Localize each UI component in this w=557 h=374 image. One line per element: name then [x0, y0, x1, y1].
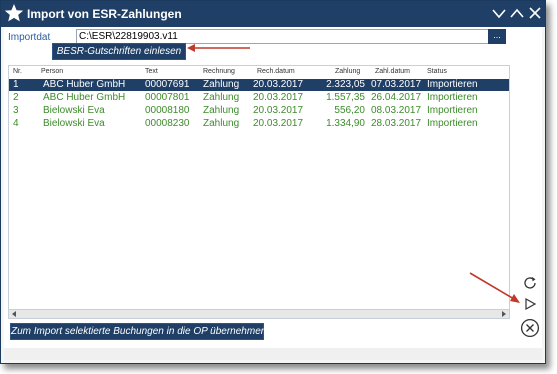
header-person[interactable]: Person [41, 68, 63, 75]
import-dialog: Import von ESR-Zahlungen Importdat C:\ES… [0, 0, 546, 364]
cell-payment: 1.334,90 [326, 118, 365, 129]
cell-text: 00008230 [145, 118, 190, 129]
cell-invoice-date: 20.03.2017 [253, 92, 304, 103]
cell-payment: 1.557,35 [326, 92, 365, 103]
cancel-icon[interactable] [520, 318, 540, 338]
cell-payment-date: 28.03.2017 [371, 118, 422, 129]
header-payment[interactable]: Zahlung [335, 68, 360, 75]
scroll-left-icon[interactable] [10, 310, 18, 318]
header-nr[interactable]: Nr. [13, 68, 22, 75]
cell-text: 00007801 [145, 92, 190, 103]
header-invoice-date[interactable]: Rech.datum [257, 68, 295, 75]
close-icon[interactable] [527, 6, 543, 20]
cell-payment-date: 26.04.2017 [371, 92, 422, 103]
cell-status: Importieren [427, 118, 478, 129]
import-file-label: Importdat [8, 32, 51, 43]
play-icon[interactable] [523, 297, 537, 311]
cell-invoice: Zahlung [203, 118, 240, 129]
header-payment-date[interactable]: Zahl.datum [375, 68, 410, 75]
cell-text: 00007691 [145, 79, 190, 90]
cell-payment: 2.323,05 [326, 79, 365, 90]
window-title: Import von ESR-Zahlungen [27, 7, 182, 21]
cell-nr: 2 [13, 92, 19, 103]
horizontal-scrollbar[interactable] [9, 309, 509, 318]
cell-payment-date: 07.03.2017 [371, 79, 422, 90]
browse-button[interactable]: ... [488, 29, 506, 44]
annotation-arrow-play [469, 272, 520, 303]
import-path-field[interactable]: C:\ESR\22819903.v11 [76, 29, 490, 44]
chevron-down-icon[interactable] [491, 6, 507, 20]
table-row[interactable]: 3 Bielowski Eva 00008180 Zahlung 20.03.2… [9, 105, 509, 117]
refresh-icon[interactable] [522, 275, 538, 291]
payments-table: Nr. Person Text Rechnung Rech.datum Zahl… [8, 65, 510, 319]
status-bar [4, 348, 542, 360]
cell-invoice: Zahlung [203, 105, 240, 116]
star-icon [4, 4, 24, 22]
cell-person: Bielowski Eva [43, 105, 105, 116]
scroll-right-icon[interactable] [500, 310, 508, 318]
read-esr-credits-button[interactable]: BESR-Gutschriften einlesen [52, 43, 186, 60]
cell-status: Importieren [427, 92, 478, 103]
cell-nr: 4 [13, 118, 19, 129]
header-status[interactable]: Status [427, 68, 447, 75]
table-header: Nr. Person Text Rechnung Rech.datum Zahl… [9, 66, 509, 78]
title-bar: Import von ESR-Zahlungen [1, 1, 545, 27]
table-row[interactable]: 4 Bielowski Eva 00008230 Zahlung 20.03.2… [9, 118, 509, 130]
cell-status: Importieren [427, 79, 478, 90]
chevron-up-icon[interactable] [509, 6, 525, 20]
cell-invoice-date: 20.03.2017 [253, 118, 304, 129]
cell-person: ABC Huber GmbH [43, 79, 126, 90]
cell-payment-date: 08.03.2017 [371, 105, 422, 116]
cell-person: ABC Huber GmbH [43, 92, 126, 103]
cell-invoice: Zahlung [203, 92, 240, 103]
cell-nr: 1 [13, 79, 19, 90]
cell-status: Importieren [427, 105, 478, 116]
header-invoice[interactable]: Rechnung [203, 68, 235, 75]
annotation-arrow-read [187, 44, 250, 52]
cell-text: 00008180 [145, 105, 190, 116]
cell-person: Bielowski Eva [43, 118, 105, 129]
table-row[interactable]: 1 ABC Huber GmbH 00007691 Zahlung 20.03.… [9, 79, 509, 91]
cell-invoice-date: 20.03.2017 [253, 79, 304, 90]
table-row[interactable]: 2 ABC Huber GmbH 00007801 Zahlung 20.03.… [9, 92, 509, 104]
cell-invoice-date: 20.03.2017 [253, 105, 304, 116]
import-selected-bookings-button[interactable]: Zum Import selektierte Buchungen in die … [10, 323, 266, 340]
cell-invoice: Zahlung [203, 79, 240, 90]
dialog-body: Importdat C:\ESR\22819903.v11 ... BESR-G… [4, 27, 542, 360]
cell-nr: 3 [13, 105, 19, 116]
cell-payment: 556,20 [334, 105, 365, 116]
header-text[interactable]: Text [145, 68, 158, 75]
